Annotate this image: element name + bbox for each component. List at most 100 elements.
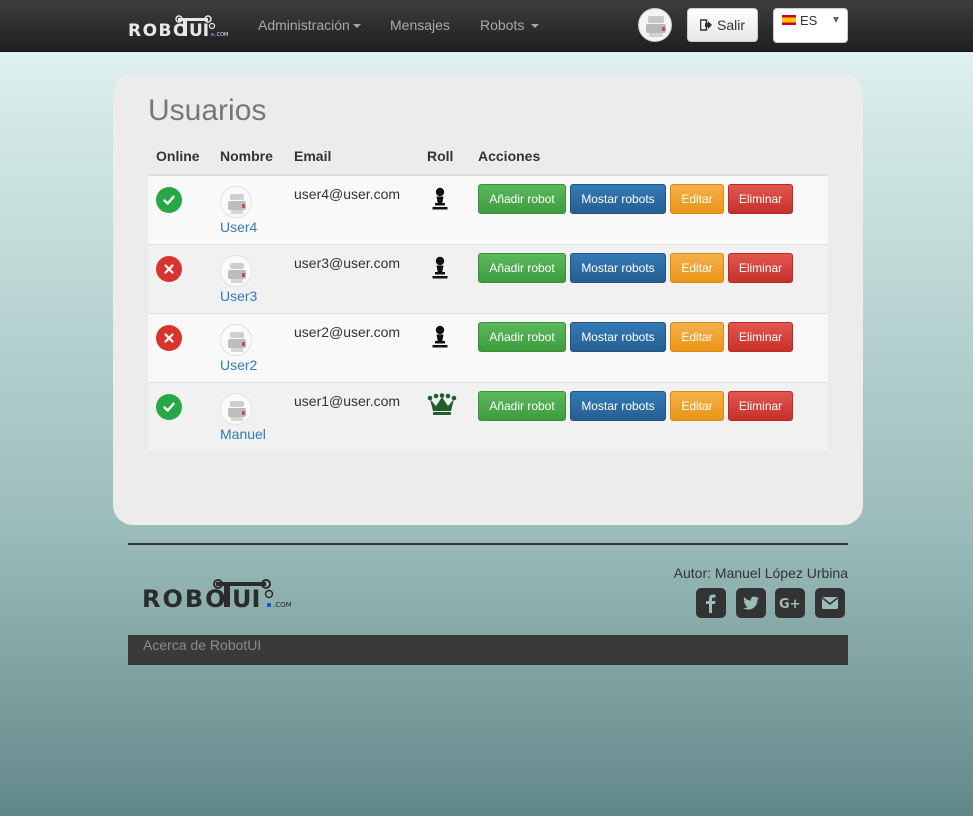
svg-text:G+: G+ [779, 597, 801, 612]
author-credit: Autor: Manuel López Urbina [673, 565, 848, 581]
language-select[interactable]: ES [773, 8, 848, 43]
show-robots-label: Mostar robots [581, 329, 655, 344]
queen-icon [427, 392, 462, 422]
footer-brand-logo: ROBO UI .COM [142, 577, 294, 613]
show-robots-label: Mostar robots [581, 260, 655, 275]
add-robot-label: Añadir robot [489, 329, 555, 344]
edit-label: Editar [681, 260, 713, 275]
nav-mensajes[interactable]: Mensajes [390, 17, 450, 33]
online-check-icon [156, 187, 182, 213]
name-cell: User4 [212, 174, 286, 244]
show-robots-button[interactable]: Mostar robots [570, 184, 666, 214]
avatar [220, 254, 252, 287]
add-robot-button[interactable]: Añadir robot [478, 184, 566, 214]
svg-text:UI: UI [232, 585, 260, 611]
about-link[interactable]: Acerca de RobotUI [143, 637, 261, 653]
online-check-icon [156, 393, 182, 420]
table-row: User2 user2@user.com Añadir robot Mostar… [148, 312, 828, 382]
add-robot-label: Añadir robot [489, 398, 555, 413]
name-cell: User3 [212, 243, 286, 313]
show-robots-label: Mostar robots [581, 398, 655, 413]
sign-out-icon [699, 19, 712, 31]
current-user-avatar[interactable] [638, 8, 672, 42]
user-email: user1@user.com [294, 392, 401, 409]
nav-robots-label: Robots [480, 17, 525, 33]
add-robot-button[interactable]: Añadir robot [478, 252, 566, 283]
footer-bar: Acerca de RobotUI [128, 635, 848, 665]
email-cell: user1@user.com [286, 381, 419, 451]
online-cell [148, 312, 212, 382]
delete-button[interactable]: Eliminar [728, 252, 793, 283]
online-cell [148, 243, 212, 313]
users-panel: Usuarios Online Nombre Email Roll Accion… [113, 74, 863, 525]
user-name-link[interactable]: User2 [220, 357, 278, 373]
offline-cross-icon [156, 255, 182, 282]
svg-text:.COM: .COM [273, 601, 292, 609]
google-plus-icon[interactable]: G+ [775, 588, 805, 618]
email-icon[interactable] [815, 588, 845, 618]
show-robots-button[interactable]: Mostar robots [570, 390, 666, 421]
users-table: Online Nombre Email Roll Acciones User4 … [148, 144, 828, 451]
facebook-icon[interactable] [696, 588, 726, 618]
avatar [220, 186, 252, 218]
svg-text:ROBO: ROBO [142, 585, 228, 611]
edit-label: Editar [681, 329, 713, 344]
show-robots-label: Mostar robots [581, 192, 655, 206]
email-cell: user3@user.com [286, 243, 419, 313]
user-name-link[interactable]: Manuel [220, 426, 278, 442]
delete-label: Eliminar [738, 192, 783, 206]
footer-divider [128, 543, 848, 545]
add-robot-button[interactable]: Añadir robot [478, 390, 566, 421]
delete-button[interactable]: Eliminar [728, 184, 793, 214]
edit-label: Editar [681, 398, 713, 413]
add-robot-label: Añadir robot [489, 260, 555, 275]
delete-label: Eliminar [738, 398, 783, 413]
column-header-email: Email [286, 144, 419, 176]
caret-down-icon [352, 24, 361, 29]
edit-button[interactable]: Editar [670, 390, 724, 421]
logout-button[interactable]: Salir [687, 8, 758, 42]
column-header-acciones: Acciones [470, 144, 828, 176]
online-cell [148, 174, 212, 244]
user-name-link[interactable]: User4 [220, 219, 278, 235]
delete-button[interactable]: Eliminar [728, 321, 793, 352]
add-robot-button[interactable]: Añadir robot [478, 321, 566, 352]
delete-button[interactable]: Eliminar [728, 390, 793, 421]
caret-down-icon [531, 24, 540, 29]
nav-administracion[interactable]: Administración [258, 17, 361, 33]
svg-text:ROBO: ROBO [128, 21, 189, 41]
spain-flag-icon [782, 15, 796, 25]
edit-button[interactable]: Editar [670, 252, 724, 283]
edit-button[interactable]: Editar [670, 184, 724, 214]
table-row: Manuel user1@user.com Añadir robot Mosta… [148, 381, 828, 451]
language-code: ES [800, 13, 818, 28]
user-name-link[interactable]: User3 [220, 288, 278, 304]
user-email: user3@user.com [294, 254, 401, 271]
svg-text:.COM: .COM [215, 32, 228, 38]
add-robot-label: Añadir robot [489, 192, 555, 206]
twitter-icon[interactable] [736, 588, 766, 618]
table-row: User3 user3@user.com Añadir robot Mostar… [148, 243, 828, 313]
avatar [220, 392, 252, 425]
column-header-roll: Roll [419, 144, 470, 176]
pawn-icon [427, 324, 462, 353]
user-email: user4@user.com [294, 186, 401, 202]
column-header-online: Online [148, 144, 212, 176]
show-robots-button[interactable]: Mostar robots [570, 321, 666, 352]
actions-cell: Añadir robot Mostar robots Editar Elimin… [470, 312, 828, 382]
edit-button[interactable]: Editar [670, 321, 724, 352]
logout-label: Salir [716, 17, 745, 33]
role-cell [419, 174, 470, 244]
delete-label: Eliminar [738, 260, 783, 275]
online-cell [148, 381, 212, 451]
brand-logo[interactable]: ROBO UI .COM [128, 12, 228, 42]
role-cell [419, 381, 470, 451]
nav-robots[interactable]: Robots [480, 17, 540, 33]
delete-label: Eliminar [738, 329, 783, 344]
avatar [220, 323, 252, 356]
top-navbar: ROBO UI .COM Administración Mensajes Rob… [0, 0, 973, 52]
email-cell: user2@user.com [286, 312, 419, 382]
actions-cell: Añadir robot Mostar robots Editar Elimin… [470, 174, 828, 244]
show-robots-button[interactable]: Mostar robots [570, 252, 666, 283]
role-cell [419, 312, 470, 382]
